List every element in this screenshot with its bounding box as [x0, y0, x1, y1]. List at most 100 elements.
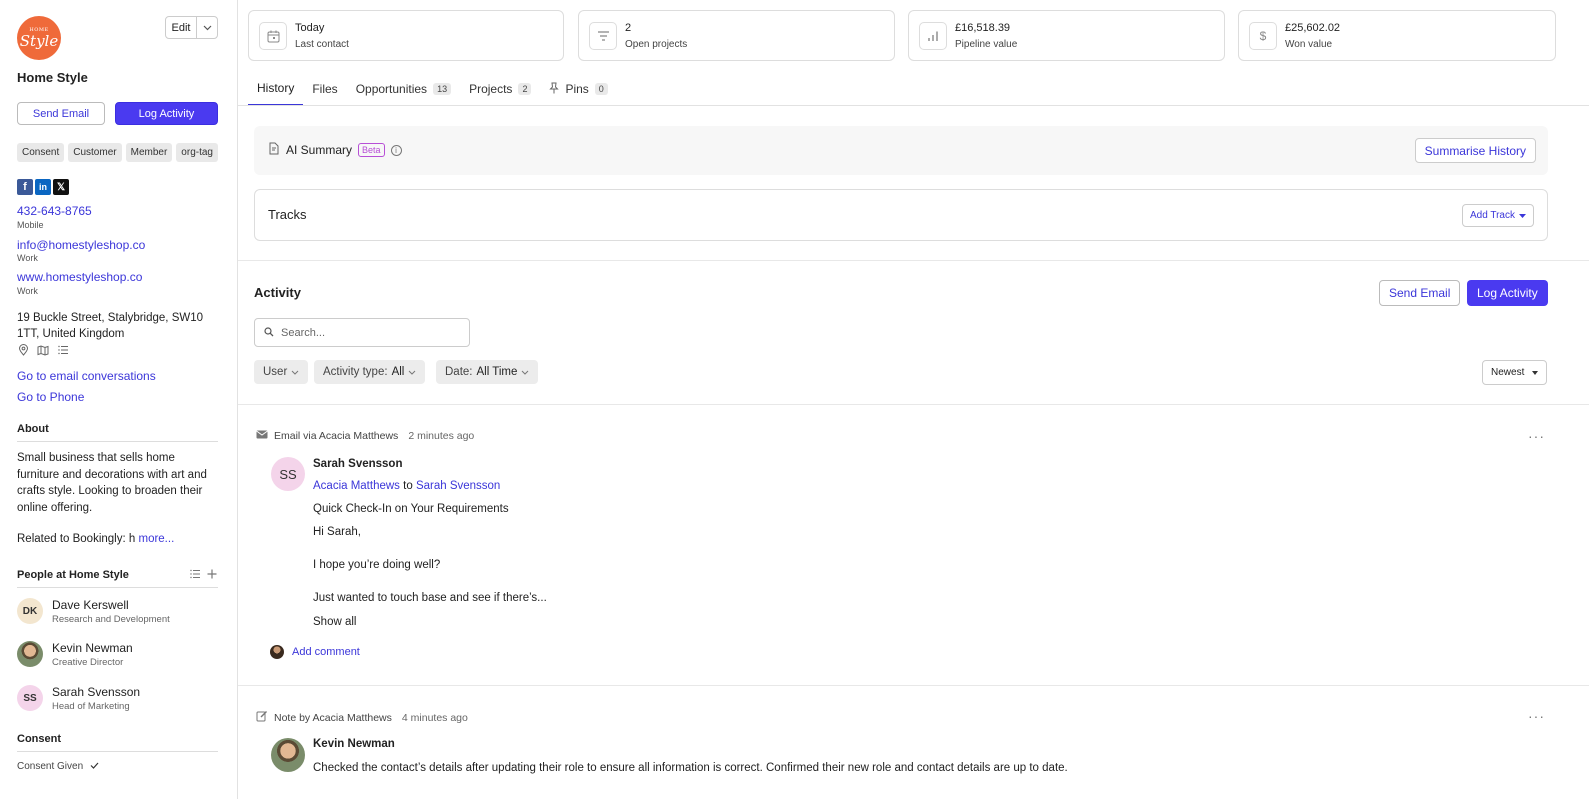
person-name: Sarah Svensson — [52, 684, 141, 699]
filter-type-value: All — [391, 366, 405, 378]
section-divider — [238, 260, 1589, 261]
activity-heading: Activity — [254, 285, 301, 300]
linkedin-icon[interactable]: in — [35, 179, 51, 195]
stat-value: Today — [295, 22, 325, 34]
activity-search — [254, 318, 470, 347]
note-edit-icon — [256, 710, 268, 725]
sort-value: Newest — [1491, 367, 1525, 378]
caret-down-icon — [1519, 213, 1526, 218]
email-body-line: Hi Sarah, — [313, 526, 361, 538]
tag-customer[interactable]: Customer — [68, 143, 122, 162]
consent-heading: Consent — [17, 733, 218, 752]
chevron-down-icon — [291, 370, 299, 375]
show-all-link[interactable]: Show all — [313, 616, 356, 628]
beta-badge: Beta — [358, 143, 385, 157]
people-heading: People at Home Style — [17, 569, 218, 588]
recipient-link[interactable]: Sarah Svensson — [416, 480, 500, 492]
tab-label: Opportunities — [355, 82, 428, 96]
website-link[interactable]: www.homestyleshop.co — [17, 270, 142, 284]
summarise-history-button[interactable]: Summarise History — [1414, 138, 1536, 163]
map-icon[interactable] — [37, 344, 49, 356]
tab-label: Projects — [469, 82, 513, 96]
tag-member[interactable]: Member — [125, 143, 173, 162]
note-body: Checked the contact’s details after upda… — [313, 762, 1068, 774]
chevron-down-icon[interactable] — [197, 17, 217, 38]
more-link[interactable]: more... — [138, 533, 174, 545]
tab-opportunities[interactable]: Opportunities 13 — [347, 72, 460, 106]
filter-date[interactable]: Date: All Time — [436, 360, 539, 384]
stat-card-won-value: $ £25,602.02 Won value — [1238, 10, 1556, 61]
more-options-icon[interactable]: ··· — [1528, 428, 1545, 444]
tag-consent[interactable]: Consent — [17, 143, 65, 162]
avatar: SS — [271, 457, 305, 491]
entry-time: 2 minutes ago — [408, 430, 475, 442]
bar-chart-icon — [919, 22, 947, 50]
stat-card-pipeline-value: £16,518.39 Pipeline value — [908, 10, 1225, 61]
tab-projects[interactable]: Projects 2 — [460, 72, 540, 106]
edit-button[interactable]: Edit — [166, 17, 197, 38]
goto-email-conversations-link[interactable]: Go to email conversations — [17, 369, 156, 383]
tab-files[interactable]: Files — [303, 72, 346, 106]
filter-date-label: Date: — [445, 366, 473, 378]
goto-phone-link[interactable]: Go to Phone — [17, 390, 84, 404]
activity-log-activity-button[interactable]: Log Activity — [1467, 280, 1548, 306]
company-sidebar: HOME Style Edit Home Style Send Email Lo… — [0, 0, 238, 799]
stat-label: Won value — [1285, 39, 1333, 50]
stat-value: 2 — [625, 22, 632, 34]
company-logo: HOME Style — [17, 16, 61, 60]
filter-user[interactable]: User — [254, 360, 309, 384]
avatar-photo — [271, 738, 305, 772]
section-divider — [238, 404, 1589, 405]
tab-count-badge: 13 — [433, 83, 452, 95]
filter-date-value: All Time — [476, 366, 518, 378]
search-icon — [264, 326, 274, 340]
avatar-photo — [17, 641, 43, 667]
email-link[interactable]: info@homestyleshop.co — [17, 238, 145, 252]
person-item[interactable]: SS Sarah Svensson Head of Marketing — [17, 683, 140, 713]
person-role: Head of Marketing — [52, 700, 130, 712]
email-subject: Quick Check-In on Your Requirements — [313, 503, 509, 515]
add-person-icon[interactable] — [207, 568, 217, 582]
tab-label: Files — [312, 82, 338, 96]
filter-type-label: Activity type: — [323, 366, 388, 378]
add-comment-button[interactable]: Add comment — [270, 645, 360, 659]
list-icon[interactable] — [57, 344, 69, 356]
send-email-button[interactable]: Send Email — [17, 102, 105, 125]
stat-card-open-projects: 2 Open projects — [578, 10, 895, 61]
envelope-icon — [256, 430, 268, 442]
phone-type: Mobile — [17, 220, 44, 230]
tab-label: Pins — [565, 82, 589, 96]
tracks-title: Tracks — [268, 207, 307, 222]
tab-count-badge: 0 — [594, 83, 608, 95]
x-twitter-icon[interactable]: 𝕏 — [53, 179, 69, 195]
info-icon[interactable]: i — [390, 144, 402, 156]
chevron-down-icon — [408, 370, 416, 375]
social-links: f in 𝕏 — [17, 179, 69, 195]
location-pin-icon[interactable] — [17, 344, 29, 356]
add-track-button[interactable]: Add Track — [1461, 204, 1534, 227]
person-item[interactable]: Kevin Newman Creative Director — [17, 639, 133, 669]
tab-history[interactable]: History — [248, 72, 304, 106]
consent-status: Consent Given — [17, 761, 99, 772]
facebook-icon[interactable]: f — [17, 179, 33, 195]
tag-org-tag[interactable]: org-tag — [176, 143, 218, 162]
activity-entry-header: Email via Acacia Matthews 2 minutes ago — [256, 430, 474, 442]
stat-label: Last contact — [295, 39, 349, 50]
consent-given-text: Consent Given — [17, 761, 84, 772]
sort-select[interactable]: Newest — [1482, 360, 1548, 385]
tab-pins[interactable]: Pins 0 — [540, 72, 616, 106]
person-item[interactable]: DK Dave Kerswell Research and Developmen… — [17, 596, 170, 626]
check-icon — [90, 761, 99, 772]
people-list-icon[interactable] — [190, 568, 201, 582]
search-input[interactable] — [281, 326, 451, 339]
edit-button-group: Edit — [165, 16, 218, 39]
log-activity-button[interactable]: Log Activity — [115, 102, 218, 125]
email-body-line: Just wanted to touch base and see if the… — [313, 592, 547, 604]
more-options-icon[interactable]: ··· — [1528, 708, 1545, 724]
related-text: Related to Bookingly: h more... — [17, 533, 174, 545]
tab-count-badge: 2 — [518, 83, 532, 95]
sender-link[interactable]: Acacia Matthews — [313, 480, 400, 492]
activity-send-email-button[interactable]: Send Email — [1379, 280, 1461, 306]
phone-link[interactable]: 432-643-8765 — [17, 204, 92, 218]
filter-activity-type[interactable]: Activity type: All — [314, 360, 426, 384]
